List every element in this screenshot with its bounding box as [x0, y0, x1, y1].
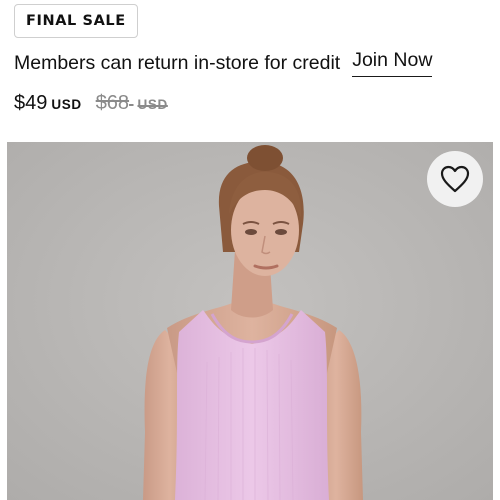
join-now-link[interactable]: Join Now [352, 49, 433, 77]
heart-outline-icon [440, 165, 470, 193]
member-promo-text: Members can return in-store for credit [14, 51, 341, 74]
original-price-currency: USD [137, 97, 168, 112]
price-block: $49 USD $68 USD [14, 92, 168, 120]
product-photo-illustration [7, 142, 493, 500]
final-sale-label: FINAL SALE [26, 13, 126, 29]
original-price: $68 USD [96, 92, 168, 115]
original-price-amount: $68 [95, 92, 130, 114]
current-price: $49 [14, 92, 48, 114]
wishlist-button[interactable] [427, 151, 483, 207]
product-image[interactable] [7, 142, 493, 500]
current-price-currency: USD [51, 97, 82, 112]
final-sale-badge: FINAL SALE [14, 4, 138, 38]
member-promo: Members can return in-store for credit J… [14, 49, 484, 77]
